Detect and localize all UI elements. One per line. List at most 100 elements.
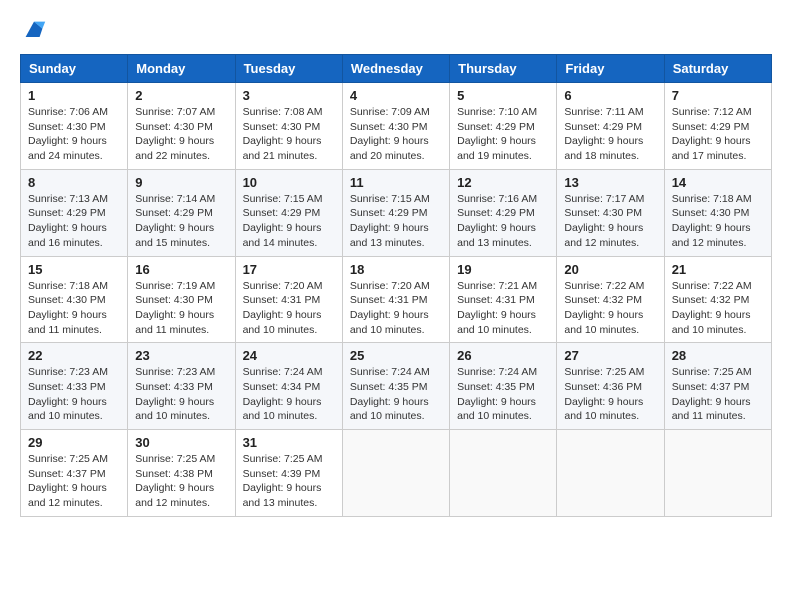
- sunset-text: Sunset: 4:29 PM: [457, 121, 535, 133]
- day-info: Sunrise: 7:18 AM Sunset: 4:30 PM Dayligh…: [28, 279, 120, 338]
- sunrise-text: Sunrise: 7:25 AM: [28, 453, 108, 465]
- calendar-cell: 11 Sunrise: 7:15 AM Sunset: 4:29 PM Dayl…: [342, 169, 449, 256]
- sunset-text: Sunset: 4:31 PM: [350, 294, 428, 306]
- sunrise-text: Sunrise: 7:25 AM: [672, 366, 752, 378]
- daylight-text: Daylight: 9 hours and 10 minutes.: [135, 396, 214, 423]
- day-number: 1: [28, 88, 120, 103]
- calendar-cell: [342, 430, 449, 517]
- daylight-text: Daylight: 9 hours and 11 minutes.: [28, 309, 107, 336]
- calendar-cell: [664, 430, 771, 517]
- day-number: 9: [135, 175, 227, 190]
- calendar-cell: 20 Sunrise: 7:22 AM Sunset: 4:32 PM Dayl…: [557, 256, 664, 343]
- day-number: 29: [28, 435, 120, 450]
- calendar-cell: 16 Sunrise: 7:19 AM Sunset: 4:30 PM Dayl…: [128, 256, 235, 343]
- sunset-text: Sunset: 4:29 PM: [135, 207, 213, 219]
- calendar-cell: 21 Sunrise: 7:22 AM Sunset: 4:32 PM Dayl…: [664, 256, 771, 343]
- day-info: Sunrise: 7:18 AM Sunset: 4:30 PM Dayligh…: [672, 192, 764, 251]
- sunrise-text: Sunrise: 7:10 AM: [457, 106, 537, 118]
- day-number: 15: [28, 262, 120, 277]
- calendar-cell: 25 Sunrise: 7:24 AM Sunset: 4:35 PM Dayl…: [342, 343, 449, 430]
- day-number: 10: [243, 175, 335, 190]
- calendar-cell: 10 Sunrise: 7:15 AM Sunset: 4:29 PM Dayl…: [235, 169, 342, 256]
- day-info: Sunrise: 7:25 AM Sunset: 4:36 PM Dayligh…: [564, 365, 656, 424]
- sunset-text: Sunset: 4:30 PM: [243, 121, 321, 133]
- day-info: Sunrise: 7:22 AM Sunset: 4:32 PM Dayligh…: [672, 279, 764, 338]
- day-number: 30: [135, 435, 227, 450]
- dow-header-tuesday: Tuesday: [235, 55, 342, 83]
- sunrise-text: Sunrise: 7:17 AM: [564, 193, 644, 205]
- sunrise-text: Sunrise: 7:15 AM: [350, 193, 430, 205]
- day-info: Sunrise: 7:16 AM Sunset: 4:29 PM Dayligh…: [457, 192, 549, 251]
- calendar-table: SundayMondayTuesdayWednesdayThursdayFrid…: [20, 54, 772, 517]
- dow-header-saturday: Saturday: [664, 55, 771, 83]
- daylight-text: Daylight: 9 hours and 10 minutes.: [564, 309, 643, 336]
- sunrise-text: Sunrise: 7:22 AM: [564, 280, 644, 292]
- calendar-cell: 19 Sunrise: 7:21 AM Sunset: 4:31 PM Dayl…: [450, 256, 557, 343]
- daylight-text: Daylight: 9 hours and 14 minutes.: [243, 222, 322, 249]
- calendar-cell: 6 Sunrise: 7:11 AM Sunset: 4:29 PM Dayli…: [557, 83, 664, 170]
- day-info: Sunrise: 7:12 AM Sunset: 4:29 PM Dayligh…: [672, 105, 764, 164]
- day-number: 5: [457, 88, 549, 103]
- daylight-text: Daylight: 9 hours and 15 minutes.: [135, 222, 214, 249]
- daylight-text: Daylight: 9 hours and 21 minutes.: [243, 135, 322, 162]
- day-number: 25: [350, 348, 442, 363]
- calendar-cell: 24 Sunrise: 7:24 AM Sunset: 4:34 PM Dayl…: [235, 343, 342, 430]
- calendar-cell: 1 Sunrise: 7:06 AM Sunset: 4:30 PM Dayli…: [21, 83, 128, 170]
- calendar-week-4: 22 Sunrise: 7:23 AM Sunset: 4:33 PM Dayl…: [21, 343, 772, 430]
- day-info: Sunrise: 7:15 AM Sunset: 4:29 PM Dayligh…: [350, 192, 442, 251]
- calendar-cell: 7 Sunrise: 7:12 AM Sunset: 4:29 PM Dayli…: [664, 83, 771, 170]
- sunrise-text: Sunrise: 7:07 AM: [135, 106, 215, 118]
- daylight-text: Daylight: 9 hours and 10 minutes.: [350, 396, 429, 423]
- calendar-cell: [450, 430, 557, 517]
- days-of-week-row: SundayMondayTuesdayWednesdayThursdayFrid…: [21, 55, 772, 83]
- sunset-text: Sunset: 4:30 PM: [28, 294, 106, 306]
- daylight-text: Daylight: 9 hours and 10 minutes.: [672, 309, 751, 336]
- calendar-week-5: 29 Sunrise: 7:25 AM Sunset: 4:37 PM Dayl…: [21, 430, 772, 517]
- calendar-cell: 13 Sunrise: 7:17 AM Sunset: 4:30 PM Dayl…: [557, 169, 664, 256]
- sunrise-text: Sunrise: 7:09 AM: [350, 106, 430, 118]
- calendar-cell: 18 Sunrise: 7:20 AM Sunset: 4:31 PM Dayl…: [342, 256, 449, 343]
- sunrise-text: Sunrise: 7:11 AM: [564, 106, 643, 118]
- sunrise-text: Sunrise: 7:22 AM: [672, 280, 752, 292]
- day-info: Sunrise: 7:24 AM Sunset: 4:34 PM Dayligh…: [243, 365, 335, 424]
- day-number: 14: [672, 175, 764, 190]
- day-number: 18: [350, 262, 442, 277]
- day-info: Sunrise: 7:25 AM Sunset: 4:39 PM Dayligh…: [243, 452, 335, 511]
- daylight-text: Daylight: 9 hours and 10 minutes.: [243, 396, 322, 423]
- sunset-text: Sunset: 4:29 PM: [243, 207, 321, 219]
- calendar-cell: 22 Sunrise: 7:23 AM Sunset: 4:33 PM Dayl…: [21, 343, 128, 430]
- daylight-text: Daylight: 9 hours and 13 minutes.: [243, 482, 322, 509]
- sunrise-text: Sunrise: 7:21 AM: [457, 280, 537, 292]
- daylight-text: Daylight: 9 hours and 17 minutes.: [672, 135, 751, 162]
- day-number: 17: [243, 262, 335, 277]
- day-info: Sunrise: 7:22 AM Sunset: 4:32 PM Dayligh…: [564, 279, 656, 338]
- calendar-week-1: 1 Sunrise: 7:06 AM Sunset: 4:30 PM Dayli…: [21, 83, 772, 170]
- calendar-body: 1 Sunrise: 7:06 AM Sunset: 4:30 PM Dayli…: [21, 83, 772, 517]
- sunset-text: Sunset: 4:34 PM: [243, 381, 321, 393]
- sunrise-text: Sunrise: 7:15 AM: [243, 193, 323, 205]
- daylight-text: Daylight: 9 hours and 11 minutes.: [135, 309, 214, 336]
- day-number: 23: [135, 348, 227, 363]
- day-info: Sunrise: 7:25 AM Sunset: 4:37 PM Dayligh…: [28, 452, 120, 511]
- dow-header-wednesday: Wednesday: [342, 55, 449, 83]
- calendar-cell: 4 Sunrise: 7:09 AM Sunset: 4:30 PM Dayli…: [342, 83, 449, 170]
- day-number: 24: [243, 348, 335, 363]
- sunset-text: Sunset: 4:29 PM: [28, 207, 106, 219]
- day-info: Sunrise: 7:20 AM Sunset: 4:31 PM Dayligh…: [350, 279, 442, 338]
- calendar-cell: 31 Sunrise: 7:25 AM Sunset: 4:39 PM Dayl…: [235, 430, 342, 517]
- day-info: Sunrise: 7:08 AM Sunset: 4:30 PM Dayligh…: [243, 105, 335, 164]
- day-info: Sunrise: 7:23 AM Sunset: 4:33 PM Dayligh…: [135, 365, 227, 424]
- sunrise-text: Sunrise: 7:18 AM: [672, 193, 752, 205]
- daylight-text: Daylight: 9 hours and 10 minutes.: [457, 396, 536, 423]
- day-number: 20: [564, 262, 656, 277]
- calendar-week-2: 8 Sunrise: 7:13 AM Sunset: 4:29 PM Dayli…: [21, 169, 772, 256]
- sunset-text: Sunset: 4:32 PM: [672, 294, 750, 306]
- sunset-text: Sunset: 4:37 PM: [672, 381, 750, 393]
- sunrise-text: Sunrise: 7:06 AM: [28, 106, 108, 118]
- sunrise-text: Sunrise: 7:13 AM: [28, 193, 108, 205]
- daylight-text: Daylight: 9 hours and 16 minutes.: [28, 222, 107, 249]
- sunset-text: Sunset: 4:30 PM: [350, 121, 428, 133]
- day-number: 8: [28, 175, 120, 190]
- daylight-text: Daylight: 9 hours and 13 minutes.: [457, 222, 536, 249]
- sunset-text: Sunset: 4:35 PM: [350, 381, 428, 393]
